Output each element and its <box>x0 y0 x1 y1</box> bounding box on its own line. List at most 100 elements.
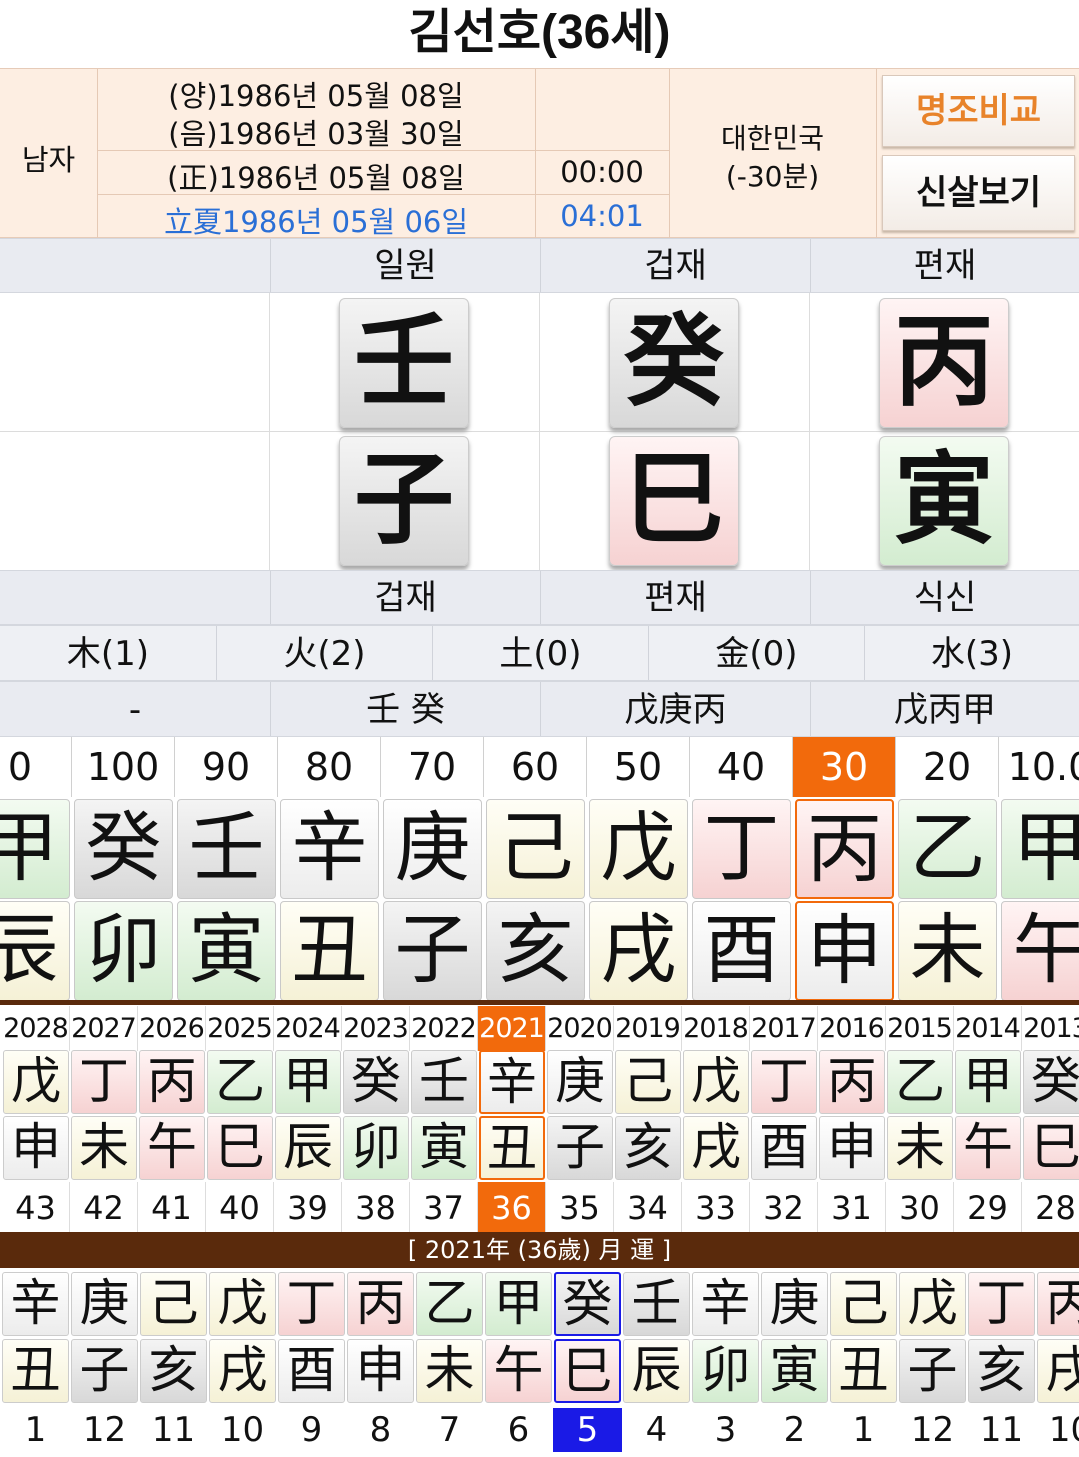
seun-age[interactable]: 30 <box>886 1182 954 1234</box>
seun-branch[interactable]: 巳 <box>1023 1116 1079 1180</box>
seun-stem[interactable]: 己 <box>615 1050 681 1114</box>
daeun-age[interactable]: 90 <box>175 737 278 797</box>
compare-button[interactable]: 명조비교 <box>882 75 1075 147</box>
day-stem[interactable]: 壬 <box>339 298 469 428</box>
seun-age[interactable]: 42 <box>70 1182 138 1234</box>
daeun-branch[interactable]: 申 <box>795 901 894 1001</box>
seun-age[interactable]: 29 <box>954 1182 1022 1234</box>
seun-stem[interactable]: 乙 <box>887 1050 953 1114</box>
daeun-branch[interactable]: 亥 <box>486 901 585 1001</box>
wolun-branch[interactable]: 寅 <box>761 1339 828 1403</box>
seun-year[interactable]: 2026 <box>138 1006 206 1051</box>
daeun-age[interactable]: 10.0 <box>999 737 1079 797</box>
seun-year[interactable]: 2013 <box>1022 1006 1079 1051</box>
daeun-branch[interactable]: 酉 <box>692 901 791 1001</box>
wolun-month[interactable]: 3 <box>691 1408 760 1452</box>
wolun-stem[interactable]: 戊 <box>899 1272 966 1336</box>
daeun-stem[interactable]: 庚 <box>383 799 482 899</box>
wolun-month[interactable]: 7 <box>415 1408 484 1452</box>
seun-branch[interactable]: 子 <box>547 1116 613 1180</box>
seun-stem[interactable]: 癸 <box>343 1050 409 1114</box>
daeun-stem[interactable]: 壬 <box>177 799 276 899</box>
wolun-month[interactable]: 10 <box>1036 1408 1079 1452</box>
wolun-month[interactable]: 10 <box>208 1408 277 1452</box>
wolun-branch[interactable]: 戌 <box>1037 1339 1079 1403</box>
wolun-branch[interactable]: 申 <box>347 1339 414 1403</box>
wolun-branch[interactable]: 未 <box>416 1339 483 1403</box>
seun-age[interactable]: 34 <box>614 1182 682 1234</box>
wolun-branch[interactable]: 亥 <box>140 1339 207 1403</box>
wolun-stem[interactable]: 丙 <box>1037 1272 1079 1336</box>
seun-branch[interactable]: 未 <box>887 1116 953 1180</box>
daeun-age[interactable]: 60 <box>484 737 587 797</box>
wolun-stem[interactable]: 甲 <box>485 1272 552 1336</box>
wolun-month[interactable]: 11 <box>967 1408 1036 1452</box>
seun-branch[interactable]: 申 <box>819 1116 885 1180</box>
seun-year[interactable]: 2015 <box>886 1006 954 1051</box>
wolun-branch[interactable]: 辰 <box>623 1339 690 1403</box>
daeun-stem[interactable]: 甲 <box>0 799 70 899</box>
wolun-stem[interactable]: 庚 <box>71 1272 138 1336</box>
daeun-branch[interactable]: 丑 <box>280 901 379 1001</box>
wolun-stem[interactable]: 戊 <box>209 1272 276 1336</box>
day-branch[interactable]: 子 <box>339 436 469 566</box>
seun-branch[interactable]: 午 <box>139 1116 205 1180</box>
seun-branch[interactable]: 未 <box>71 1116 137 1180</box>
seun-branch[interactable]: 戌 <box>683 1116 749 1180</box>
wolun-branch[interactable]: 午 <box>485 1339 552 1403</box>
daeun-branch[interactable]: 子 <box>383 901 482 1001</box>
seun-stem[interactable]: 庚 <box>547 1050 613 1114</box>
seun-branch[interactable]: 亥 <box>615 1116 681 1180</box>
seun-age[interactable]: 32 <box>750 1182 818 1234</box>
sinsal-button[interactable]: 신살보기 <box>882 155 1075 231</box>
wolun-branch[interactable]: 亥 <box>968 1339 1035 1403</box>
year-stem[interactable]: 丙 <box>879 298 1009 428</box>
wolun-stem[interactable]: 己 <box>830 1272 897 1336</box>
seun-branch[interactable]: 巳 <box>207 1116 273 1180</box>
wolun-branch[interactable]: 酉 <box>278 1339 345 1403</box>
seun-age[interactable]: 36 <box>478 1182 546 1234</box>
daeun-stem[interactable]: 乙 <box>898 799 997 899</box>
daeun-stem[interactable]: 戊 <box>589 799 688 899</box>
daeun-stem[interactable]: 癸 <box>74 799 173 899</box>
seun-year[interactable]: 2028 <box>2 1006 70 1051</box>
seun-branch[interactable]: 申 <box>3 1116 69 1180</box>
daeun-age[interactable]: 0 <box>0 737 72 797</box>
daeun-stem[interactable]: 丁 <box>692 799 791 899</box>
wolun-month[interactable]: 9 <box>277 1408 346 1452</box>
daeun-stem[interactable]: 丙 <box>795 799 894 899</box>
seun-stem[interactable]: 丙 <box>819 1050 885 1114</box>
seun-year[interactable]: 2023 <box>342 1006 410 1051</box>
daeun-branch[interactable]: 寅 <box>177 901 276 1001</box>
wolun-branch[interactable]: 子 <box>71 1339 138 1403</box>
wolun-stem[interactable]: 庚 <box>761 1272 828 1336</box>
seun-stem[interactable]: 甲 <box>955 1050 1021 1114</box>
seun-year[interactable]: 2019 <box>614 1006 682 1051</box>
daeun-age[interactable]: 50 <box>587 737 690 797</box>
seun-year[interactable]: 2020 <box>546 1006 614 1051</box>
daeun-age[interactable]: 20 <box>896 737 999 797</box>
seun-stem[interactable]: 乙 <box>207 1050 273 1114</box>
seun-branch[interactable]: 辰 <box>275 1116 341 1180</box>
daeun-age[interactable]: 70 <box>381 737 484 797</box>
seun-year[interactable]: 2014 <box>954 1006 1022 1051</box>
seun-age[interactable]: 28 <box>1022 1182 1079 1234</box>
daeun-stem[interactable]: 己 <box>486 799 585 899</box>
seun-branch[interactable]: 寅 <box>411 1116 477 1180</box>
wolun-stem[interactable]: 丙 <box>347 1272 414 1336</box>
wolun-month[interactable]: 1 <box>829 1408 898 1452</box>
wolun-month[interactable]: 11 <box>139 1408 208 1452</box>
daeun-age[interactable]: 40 <box>690 737 793 797</box>
seun-year[interactable]: 2018 <box>682 1006 750 1051</box>
seun-age[interactable]: 43 <box>2 1182 70 1234</box>
seun-stem[interactable]: 甲 <box>275 1050 341 1114</box>
seun-year[interactable]: 2021 <box>478 1006 546 1051</box>
daeun-branch[interactable]: 卯 <box>74 901 173 1001</box>
wolun-month[interactable]: 6 <box>484 1408 553 1452</box>
seun-stem[interactable]: 壬 <box>411 1050 477 1114</box>
seun-stem[interactable]: 丁 <box>751 1050 817 1114</box>
seun-year[interactable]: 2025 <box>206 1006 274 1051</box>
wolun-month[interactable]: 1 <box>1 1408 70 1452</box>
wolun-branch[interactable]: 巳 <box>554 1339 621 1403</box>
wolun-branch[interactable]: 戌 <box>209 1339 276 1403</box>
